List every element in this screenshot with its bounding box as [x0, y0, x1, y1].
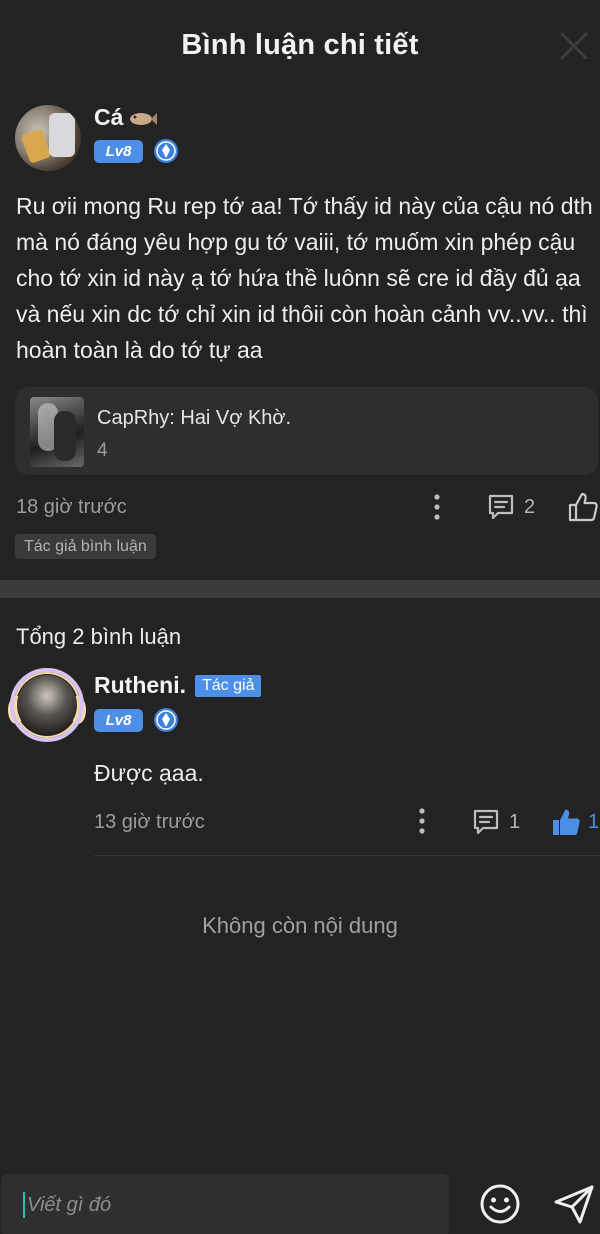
verified-shield-icon: [154, 139, 178, 163]
reply-button[interactable]: 1: [471, 805, 520, 839]
like-button[interactable]: [566, 490, 600, 524]
send-icon: [554, 1185, 594, 1224]
reply-button[interactable]: 2: [486, 490, 535, 524]
close-button[interactable]: [556, 28, 592, 64]
emoji-button[interactable]: [478, 1182, 522, 1226]
level-badge: Lv8: [94, 139, 143, 163]
comment-input-bar: [0, 1170, 600, 1234]
reply-count: 2: [524, 495, 536, 518]
verified-shield-icon: [154, 708, 178, 732]
user-badges: Lv8: [94, 707, 179, 733]
reply-author[interactable]: Rutheni. Tác giả: [94, 672, 262, 699]
close-icon: [560, 32, 588, 60]
avatar[interactable]: [8, 668, 86, 742]
reply-count: 1: [509, 810, 521, 833]
comment-icon: [473, 809, 499, 835]
like-count: 1: [588, 810, 600, 833]
more-vertical-icon: [434, 494, 440, 520]
more-vertical-icon: [419, 808, 425, 834]
level-badge: Lv8: [94, 708, 143, 732]
text-caret: [23, 1192, 25, 1218]
comment-time: 18 giờ trước: [16, 496, 127, 518]
reply-actions: 13 giờ trước 1 1: [0, 802, 600, 842]
reply-time: 13 giờ trước: [94, 811, 205, 833]
section-divider: [0, 580, 600, 598]
comment-actions: 18 giờ trước 2: [0, 488, 600, 528]
reply-text: Được ạaa.: [94, 760, 204, 786]
total-comments-label: Tổng 2 bình luận: [16, 624, 182, 649]
thumbs-up-filled-icon: [553, 809, 580, 835]
page-title: Bình luận chi tiết: [181, 28, 419, 61]
author-chip: Tác giả: [195, 674, 262, 697]
fish-icon: [130, 112, 158, 125]
story-chapter-count: 4: [97, 440, 108, 461]
end-of-content-label: Không còn nội dung: [202, 913, 398, 938]
comment-author[interactable]: Cá: [94, 104, 158, 131]
comment-author-tag: Tác giả bình luận: [15, 534, 156, 559]
input-container: [1, 1174, 449, 1234]
smiley-icon: [480, 1184, 520, 1224]
author-name: Rutheni.: [94, 672, 186, 698]
more-options-button[interactable]: [426, 492, 448, 522]
avatar[interactable]: [15, 105, 81, 171]
send-button[interactable]: [552, 1182, 596, 1226]
author-name: Cá: [94, 104, 124, 130]
like-button[interactable]: 1: [550, 805, 599, 839]
thumbs-up-icon: [568, 492, 598, 522]
comment-text: Ru ơii mong Ru rep tớ aa! Tớ thấy id này…: [16, 193, 593, 363]
header: Bình luận chi tiết: [0, 0, 600, 90]
more-options-button[interactable]: [411, 806, 433, 836]
comment-input[interactable]: [27, 1193, 427, 1217]
divider: [94, 855, 600, 856]
story-cover-image: [30, 397, 84, 467]
comment-icon: [488, 494, 514, 520]
story-title: CapRhy: Hai Vợ Khờ.: [97, 407, 292, 429]
story-card[interactable]: CapRhy: Hai Vợ Khờ. 4: [15, 387, 598, 475]
user-badges: Lv8: [94, 138, 179, 164]
